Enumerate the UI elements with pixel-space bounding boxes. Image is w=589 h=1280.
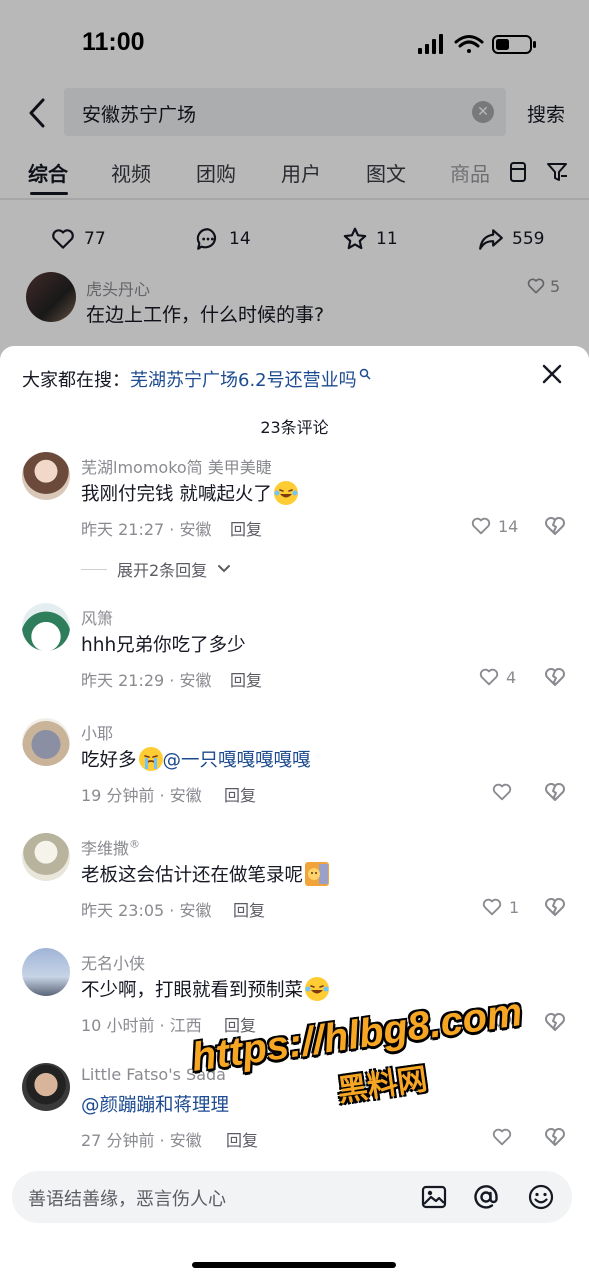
comment-body: 吃好多: [81, 750, 137, 771]
trending-label: 大家都在搜：: [22, 370, 130, 391]
comment-text: 老板这会估计还在做笔录呢: [81, 861, 330, 887]
comment-body: 老板这会估计还在做笔录呢: [81, 865, 304, 886]
cat-at-desk-emoji-icon: [305, 862, 330, 886]
comment-item[interactable]: 李维撒® 老板这会估计还在做笔录呢 昨天 23:05 · 安徽 回复 1: [0, 833, 589, 943]
heart-icon: [482, 898, 502, 916]
heart-icon: [492, 783, 512, 801]
comment-meta: 27 分钟前 · 安徽: [81, 1131, 202, 1150]
comment-like-button[interactable]: [491, 780, 519, 804]
comment-meta: 昨天 23:05 · 安徽: [81, 901, 212, 920]
comment-meta: 10 小时前 · 江西: [81, 1016, 202, 1035]
mention-link[interactable]: @一只嘎嘎嘎嘎嘎: [163, 750, 311, 771]
like-count: 4: [506, 667, 517, 687]
comment-text: 不少啊，打眼就看到预制菜: [81, 976, 330, 1002]
dislike-broken-heart-icon[interactable]: [543, 780, 567, 804]
comment-input[interactable]: 善语结善缘，恶言伤人心: [12, 1171, 572, 1223]
comment-meta: 昨天 21:29 · 安徽: [81, 671, 212, 690]
dim-overlay[interactable]: [0, 0, 589, 360]
comment-author[interactable]: 芜湖lmomoko简 美甲美睫: [81, 454, 272, 478]
divider: [81, 568, 107, 570]
comment-item[interactable]: 芜湖lmomoko简 美甲美睫 我刚付完钱 就喊起火了 昨天 21:27 · 安…: [0, 452, 589, 562]
avatar[interactable]: [22, 603, 70, 651]
comment-author[interactable]: 李维撒®: [81, 835, 140, 859]
comment-text: @颜蹦蹦和蒋理理: [81, 1091, 229, 1117]
comment-like-button[interactable]: [491, 1125, 519, 1149]
comment-meta: 昨天 21:27 · 安徽: [81, 520, 212, 539]
comment-total: 23条评论: [260, 418, 329, 437]
dislike-broken-heart-icon[interactable]: [543, 1125, 567, 1149]
comment-item[interactable]: 无名小侠 不少啊，打眼就看到预制菜 10 小时前 · 江西 回复: [0, 948, 589, 1058]
avatar[interactable]: [22, 948, 70, 996]
reply-button[interactable]: 回复: [230, 667, 262, 691]
comment-author[interactable]: 风箫: [81, 605, 113, 629]
reply-button[interactable]: 回复: [224, 782, 256, 806]
mention-link[interactable]: @颜蹦蹦和蒋理理: [81, 1095, 229, 1116]
avatar[interactable]: [22, 718, 70, 766]
comment-body: 不少啊，打眼就看到预制菜: [81, 980, 304, 1001]
comment-author[interactable]: Little Fatso's Sada: [81, 1065, 226, 1084]
dislike-broken-heart-icon[interactable]: [543, 895, 567, 919]
author-name: 李维撒: [81, 839, 130, 858]
laughing-crying-emoji-icon: [305, 977, 330, 1001]
avatar[interactable]: [22, 452, 70, 500]
comment-item[interactable]: 风箫 hhh兄弟你吃了多少 昨天 21:29 · 安徽 回复 4: [0, 603, 589, 713]
heart-icon: [471, 517, 491, 535]
comment-text: 吃好多 @一只嘎嘎嘎嘎嘎: [81, 746, 311, 772]
crying-emoji-icon: [138, 747, 163, 771]
comment-item[interactable]: Little Fatso's Sada @颜蹦蹦和蒋理理 27 分钟前 · 安徽…: [0, 1063, 589, 1173]
heart-icon: [492, 1013, 512, 1031]
laughing-crying-emoji-icon: [273, 481, 298, 505]
comment-like-button[interactable]: 4: [478, 665, 516, 689]
author-badge: ®: [129, 837, 141, 851]
reply-button[interactable]: 回复: [233, 897, 265, 921]
reply-button[interactable]: 回复: [230, 516, 262, 540]
reply-button[interactable]: 回复: [226, 1127, 258, 1151]
comment-author[interactable]: 无名小侠: [81, 950, 145, 974]
dislike-broken-heart-icon[interactable]: [543, 514, 567, 538]
image-icon[interactable]: [420, 1183, 448, 1211]
comment-like-button[interactable]: 1: [481, 895, 519, 919]
like-count: 14: [498, 516, 519, 536]
comment-meta: 19 分钟前 · 安徽: [81, 786, 202, 805]
trending-search[interactable]: 大家都在搜：芜湖苏宁广场6.2号还营业吗: [22, 366, 371, 392]
avatar[interactable]: [22, 833, 70, 881]
home-indicator[interactable]: [192, 1262, 396, 1268]
heart-icon: [479, 668, 499, 686]
mention-at-icon[interactable]: [472, 1183, 500, 1211]
comment-body: 我刚付完钱 就喊起火了: [81, 484, 272, 505]
expand-replies-button[interactable]: 展开2条回复: [81, 558, 231, 580]
reply-button[interactable]: 回复: [224, 1012, 256, 1036]
expand-label: 展开2条回复: [117, 561, 208, 580]
comment-text: 我刚付完钱 就喊起火了: [81, 480, 298, 506]
comment-like-button[interactable]: [491, 1010, 519, 1034]
comments-sheet: 大家都在搜：芜湖苏宁广场6.2号还营业吗 23条评论 芜湖lmomoko简 美甲…: [0, 346, 589, 1280]
comment-item[interactable]: 小耶 吃好多 @一只嘎嘎嘎嘎嘎 19 分钟前 · 安徽 回复: [0, 718, 589, 828]
emoji-icon[interactable]: [527, 1183, 555, 1211]
like-count: 1: [509, 897, 520, 917]
comment-text: hhh兄弟你吃了多少: [81, 635, 246, 656]
chevron-down-icon: [218, 565, 231, 573]
dislike-broken-heart-icon[interactable]: [543, 665, 567, 689]
dislike-broken-heart-icon[interactable]: [543, 1010, 567, 1034]
heart-icon: [492, 1128, 512, 1146]
close-icon[interactable]: [540, 362, 564, 386]
search-icon: [359, 368, 371, 380]
avatar[interactable]: [22, 1063, 70, 1111]
comment-author[interactable]: 小耶: [81, 720, 113, 744]
trending-link[interactable]: 芜湖苏宁广场6.2号还营业吗: [130, 370, 357, 391]
input-placeholder: 善语结善缘，恶言伤人心: [28, 1189, 226, 1210]
comment-like-button[interactable]: 14: [470, 514, 518, 538]
